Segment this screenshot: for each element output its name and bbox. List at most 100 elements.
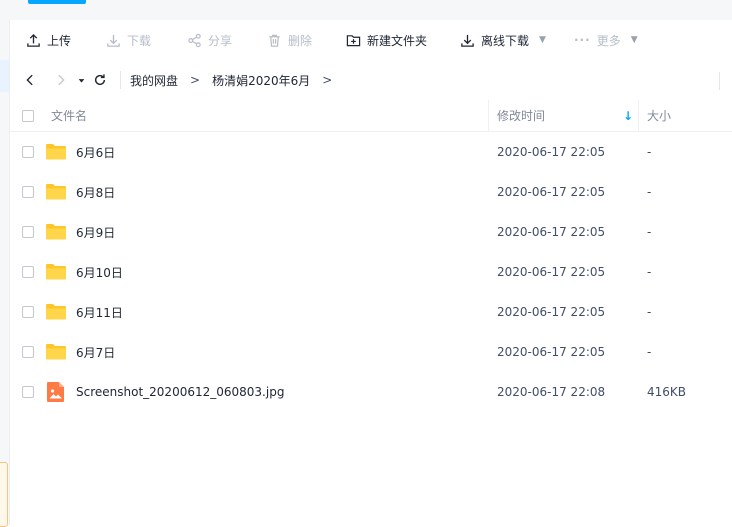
breadcrumb-current-folder[interactable]: 杨清娟2020年6月 <box>212 72 310 89</box>
row-checkbox-cell <box>22 172 34 212</box>
file-size: - <box>647 225 652 239</box>
breadcrumb-separator: > <box>322 73 333 87</box>
left-sidebar <box>0 20 10 527</box>
row-checkbox[interactable] <box>22 346 34 358</box>
row-checkbox-cell <box>22 372 34 412</box>
sidebar-selected-item[interactable] <box>0 60 9 92</box>
row-checkbox-cell <box>22 292 34 332</box>
file-modified-time: 2020-06-17 22:05 <box>497 145 606 159</box>
file-size: - <box>647 265 652 279</box>
folder-icon <box>45 292 67 332</box>
forward-button[interactable] <box>53 72 69 88</box>
new-folder-icon <box>346 34 361 46</box>
download-label: 下载 <box>127 33 152 48</box>
column-header-name[interactable]: 文件名 <box>51 100 87 131</box>
upload-icon <box>27 33 40 47</box>
image-file-icon <box>45 372 67 412</box>
file-modified-time: 2020-06-17 22:05 <box>497 185 606 199</box>
upload-button[interactable]: 上传 <box>26 20 71 60</box>
delete-label: 删除 <box>288 33 313 48</box>
row-checkbox[interactable] <box>22 306 34 318</box>
share-icon <box>188 33 201 47</box>
file-modified-time: 2020-06-17 22:05 <box>497 265 606 279</box>
file-name[interactable]: 6月11日 <box>76 292 123 332</box>
row-checkbox-cell <box>22 132 34 172</box>
column-divider[interactable] <box>638 100 639 131</box>
history-dropdown[interactable] <box>76 72 86 88</box>
file-size: - <box>647 185 652 199</box>
more-button[interactable]: ··· 更多 ▼ <box>574 20 638 60</box>
download-button[interactable]: 下载 <box>106 20 151 60</box>
row-checkbox-cell <box>22 332 34 372</box>
trash-icon <box>269 34 280 47</box>
folder-icon <box>45 172 67 212</box>
column-divider[interactable] <box>488 100 489 131</box>
file-row[interactable]: 6月10日 2020-06-17 22:05 - <box>10 252 732 292</box>
row-checkbox-cell <box>22 252 34 292</box>
toolbar: 上传 下载 分享 删除 新建文件夹 离线下载 ▼ ··· 更多 ▼ <box>10 20 732 60</box>
top-tab-strip <box>0 0 732 20</box>
file-modified-time: 2020-06-17 22:08 <box>497 385 606 399</box>
file-name[interactable]: 6月8日 <box>76 172 115 212</box>
active-tab-indicator[interactable] <box>28 0 86 4</box>
new-folder-button[interactable]: 新建文件夹 <box>346 20 427 60</box>
sort-arrow-icon[interactable]: ↓ <box>623 100 633 131</box>
chevron-right-icon <box>58 74 65 86</box>
navigation-bar: 我的网盘 > 杨清娟2020年6月 > <box>10 60 732 100</box>
file-size: - <box>647 145 652 159</box>
file-name[interactable]: 6月6日 <box>76 132 115 172</box>
row-checkbox[interactable] <box>22 186 34 198</box>
row-checkbox-cell <box>22 212 34 252</box>
refresh-button[interactable] <box>92 72 108 88</box>
refresh-icon <box>94 74 106 86</box>
row-checkbox[interactable] <box>22 266 34 278</box>
more-dots-icon: ··· <box>574 33 591 47</box>
breadcrumb-root[interactable]: 我的网盘 <box>130 72 178 89</box>
file-size: - <box>647 345 652 359</box>
file-browser: 上传 下载 分享 删除 新建文件夹 离线下载 ▼ ··· 更多 ▼ 我的网盘 >… <box>10 20 732 525</box>
file-row[interactable]: 6月11日 2020-06-17 22:05 - <box>10 292 732 332</box>
file-row[interactable]: 6月8日 2020-06-17 22:05 - <box>10 172 732 212</box>
new-folder-label: 新建文件夹 <box>367 33 428 48</box>
more-dropdown-icon: ▼ <box>630 35 638 45</box>
share-button[interactable]: 分享 <box>187 20 232 60</box>
offline-download-button[interactable]: 离线下载 ▼ <box>460 20 546 60</box>
chevron-left-icon <box>26 74 33 86</box>
file-modified-time: 2020-06-17 22:05 <box>497 225 606 239</box>
row-checkbox[interactable] <box>22 226 34 238</box>
delete-button[interactable]: 删除 <box>267 20 312 60</box>
file-size: 416KB <box>647 385 687 399</box>
sidebar-panel-edge[interactable] <box>0 462 8 527</box>
download-icon <box>107 34 120 47</box>
folder-icon <box>45 252 67 292</box>
share-label: 分享 <box>208 33 233 48</box>
more-label: 更多 <box>596 33 621 48</box>
file-modified-time: 2020-06-17 22:05 <box>497 345 606 359</box>
offline-download-label: 离线下载 <box>481 33 530 48</box>
offline-download-dropdown-icon: ▼ <box>539 35 546 45</box>
breadcrumb-separator: > <box>190 73 201 87</box>
file-name[interactable]: Screenshot_20200612_060803.jpg <box>76 372 284 412</box>
folder-icon <box>45 132 67 172</box>
file-row[interactable]: 6月7日 2020-06-17 22:05 - <box>10 332 732 372</box>
file-name[interactable]: 6月9日 <box>76 212 115 252</box>
row-checkbox[interactable] <box>22 386 34 398</box>
file-row[interactable]: Screenshot_20200612_060803.jpg 2020-06-17… <box>10 372 732 412</box>
select-all-cell <box>22 100 34 131</box>
file-name[interactable]: 6月7日 <box>76 332 115 372</box>
nav-divider <box>120 71 121 89</box>
column-header-modified[interactable]: 修改时间 <box>497 100 545 131</box>
file-row[interactable]: 6月9日 2020-06-17 22:05 - <box>10 212 732 252</box>
row-checkbox[interactable] <box>22 146 34 158</box>
back-button[interactable] <box>22 72 38 88</box>
file-list-header: 文件名 修改时间 ↓ 大小 <box>10 100 732 132</box>
file-name[interactable]: 6月10日 <box>76 252 123 292</box>
offline-download-icon <box>461 34 474 47</box>
folder-icon <box>45 332 67 372</box>
nav-end-divider <box>719 72 720 90</box>
file-size: - <box>647 305 652 319</box>
file-row[interactable]: 6月6日 2020-06-17 22:05 - <box>10 132 732 172</box>
file-modified-time: 2020-06-17 22:05 <box>497 305 606 319</box>
select-all-checkbox[interactable] <box>22 109 34 122</box>
column-header-size[interactable]: 大小 <box>647 100 671 131</box>
